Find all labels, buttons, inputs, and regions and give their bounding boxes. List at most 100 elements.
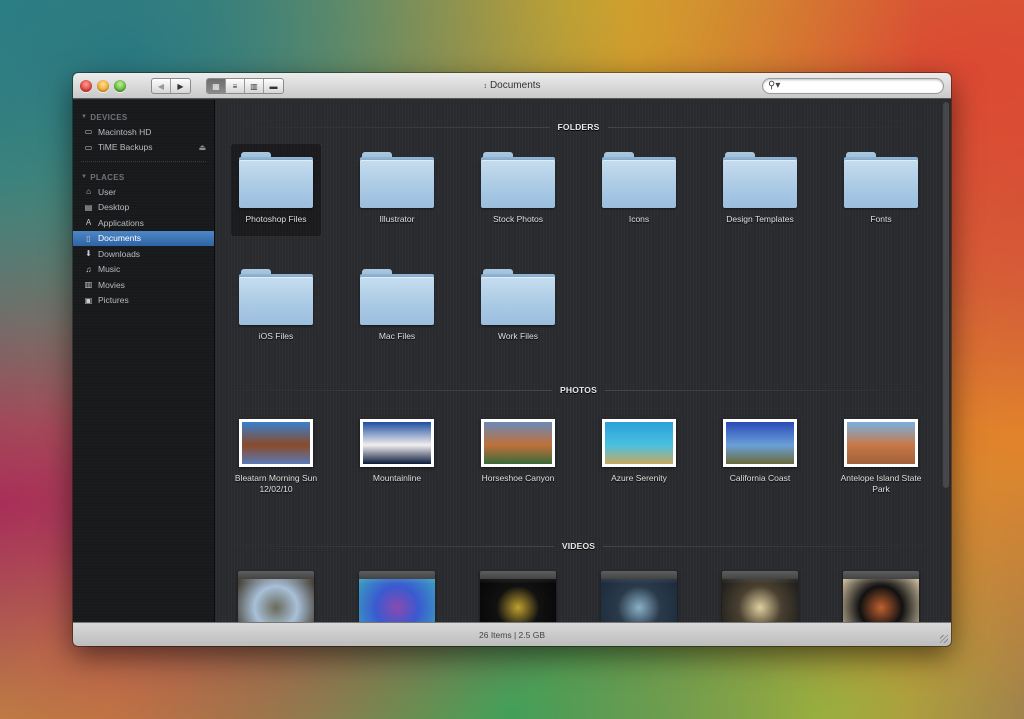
folder-icon [239, 269, 313, 325]
sidebar-item-downloads[interactable]: ⬇ Downloads [73, 246, 214, 262]
sidebar-item-macintosh-hd[interactable]: ▭ Macintosh HD [73, 124, 214, 140]
sidebar-section-places: ▼ PLACES ⌂ User ▤ Desktop A Applications… [73, 162, 214, 308]
forward-button[interactable]: ▶ [171, 79, 190, 93]
video-thumbnail [722, 571, 798, 622]
forward-arrow-icon: ▶ [177, 81, 184, 91]
folder-label: Illustrator [379, 214, 415, 224]
folder-stock-photos[interactable]: Stock Photos [473, 144, 563, 236]
sidebar: ▼ DEVICES ▭ Macintosh HD ▭ TiME Backups … [73, 100, 215, 622]
window-title-text[interactable]: Documents [490, 80, 541, 91]
resize-grip-icon[interactable] [940, 635, 948, 643]
sidebar-item-time-backups[interactable]: ▭ TiME Backups ⏏ [73, 140, 214, 156]
photo-label: California Coast [729, 473, 791, 483]
photo-mountainline[interactable]: Mountainline [352, 419, 442, 484]
desktop-icon: ▤ [84, 202, 93, 212]
photo-horseshoe-canyon[interactable]: Horseshoe Canyon [473, 419, 563, 484]
sidebar-item-label: Macintosh HD [98, 126, 152, 137]
movies-icon: ▥ [84, 280, 93, 290]
home-icon: ⌂ [86, 187, 91, 197]
icon-view-button[interactable]: ▦ [207, 79, 226, 93]
photo-azure-serenity[interactable]: Azure Serenity [594, 419, 684, 484]
sidebar-item-label: User [98, 186, 116, 197]
sidebar-item-applications[interactable]: A Applications [73, 215, 214, 231]
photo-label: Azure Serenity [611, 473, 667, 483]
folder-label: Work Files [498, 331, 538, 341]
sidebar-header-devices[interactable]: ▼ DEVICES [73, 110, 214, 124]
video-thumbnail [359, 571, 435, 622]
view-mode-buttons: ▦ ≡ ▥ ▬ [206, 78, 284, 94]
photo-thumbnail [602, 419, 676, 467]
sidebar-item-documents[interactable]: ▯ Documents [73, 230, 214, 246]
sidebar-item-music[interactable]: ♫ Music [73, 262, 214, 278]
back-arrow-icon: ◀ [157, 81, 165, 91]
video-item-4[interactable] [594, 571, 684, 622]
folder-label: Stock Photos [492, 214, 544, 224]
section-title-folders: FOLDERS [226, 121, 931, 133]
folder-ios-files[interactable]: iOS Files [231, 261, 321, 353]
external-drive-icon: ▭ [84, 142, 93, 152]
folder-photoshop-files[interactable]: Photoshop Files [231, 144, 321, 236]
folder-illustrator[interactable]: Illustrator [352, 144, 442, 236]
vertical-scrollbar[interactable] [943, 102, 949, 488]
path-popup-icon[interactable]: ↕ [483, 83, 487, 90]
folder-label: Mac Files [378, 331, 416, 341]
sidebar-item-pictures[interactable]: ▣ Pictures [73, 293, 214, 309]
minimize-button[interactable] [97, 80, 109, 92]
video-item-6[interactable] [836, 571, 926, 622]
video-item-5[interactable] [715, 571, 805, 622]
applications-icon: A [85, 218, 92, 228]
folder-icon [723, 152, 797, 208]
video-thumbnail [480, 571, 556, 622]
eject-icon[interactable]: ⏏ [198, 143, 206, 152]
sidebar-header-places[interactable]: ▼ PLACES [73, 170, 214, 184]
video-item-2[interactable] [352, 571, 442, 622]
folder-design-templates[interactable]: Design Templates [715, 144, 805, 236]
status-text: 26 Items | 2.5 GB [479, 630, 545, 640]
sidebar-item-label: Music [98, 264, 121, 275]
folder-work-files[interactable]: Work Files [473, 261, 563, 353]
photo-thumbnail [844, 419, 918, 467]
search-icon[interactable]: ⚲▾ [768, 80, 780, 91]
sidebar-item-movies[interactable]: ▥ Movies [73, 277, 214, 293]
photo-california-coast[interactable]: California Coast [715, 419, 805, 484]
sidebar-item-label: TiME Backups [98, 142, 153, 153]
hard-drive-icon: ▭ [84, 127, 93, 137]
photo-antelope-island-state-park[interactable]: Antelope Island State Park [836, 419, 926, 494]
sidebar-item-label: Documents [98, 233, 141, 244]
photo-label: Mountainline [372, 473, 422, 483]
folder-icons[interactable]: Icons [594, 144, 684, 236]
photo-label: Bleatarn Morning Sun 12/02/10 [234, 473, 318, 494]
video-thumbnail [843, 571, 919, 622]
photo-bleatarn-morning-sun-12-02-10[interactable]: Bleatarn Morning Sun 12/02/10 [231, 419, 321, 494]
icon-view-icon: ▦ [212, 81, 220, 91]
content-area: FOLDERS Photoshop Files Illustrator Stock … [216, 100, 951, 622]
folder-fonts[interactable]: Fonts [836, 144, 926, 236]
list-view-button[interactable]: ≡ [226, 79, 245, 93]
photo-thumbnail [723, 419, 797, 467]
video-item-1[interactable] [231, 571, 321, 622]
search-input[interactable] [783, 80, 938, 92]
navigation-buttons: ◀ ▶ [151, 78, 191, 94]
sidebar-item-label: Pictures [98, 295, 129, 306]
folder-mac-files[interactable]: Mac Files [352, 261, 442, 353]
video-item-3[interactable] [473, 571, 563, 622]
disclosure-triangle-icon: ▼ [81, 114, 88, 120]
documents-icon: ▯ [86, 233, 91, 243]
sidebar-item-user[interactable]: ⌂ User [73, 184, 214, 200]
section-title-photos: PHOTOS [226, 384, 931, 396]
pictures-icon: ▣ [84, 295, 93, 305]
folder-label: Design Templates [726, 214, 794, 224]
close-button[interactable] [80, 80, 92, 92]
folder-label: Fonts [870, 214, 892, 224]
search-field[interactable]: ⚲▾ [762, 78, 944, 94]
back-button[interactable]: ◀ [152, 79, 171, 93]
disclosure-triangle-icon: ▼ [81, 174, 88, 180]
zoom-button[interactable] [114, 80, 126, 92]
folder-icon [481, 269, 555, 325]
column-view-button[interactable]: ▥ [245, 79, 264, 93]
folder-label: Photoshop Files [245, 214, 307, 224]
coverflow-view-button[interactable]: ▬ [264, 79, 283, 93]
sidebar-item-desktop[interactable]: ▤ Desktop [73, 200, 214, 216]
sidebar-item-label: Applications [98, 217, 144, 228]
titlebar[interactable]: ◀ ▶ ▦ ≡ ▥ ▬ ↕ Documents ⚲▾ [73, 73, 951, 99]
